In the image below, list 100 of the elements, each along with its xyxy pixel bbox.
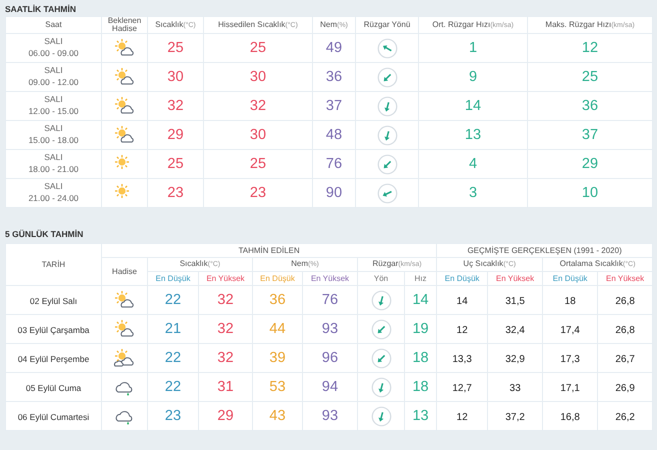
time-cell: SALI 12.00 - 15.00 [28,93,79,117]
feels-like-value: 25 [250,156,266,172]
max-temperature: 32 [217,321,234,337]
max-wind-speed: 29 [582,156,598,172]
temperature-value: 32 [167,98,184,114]
column-header: Beklenen Hadise [102,16,148,34]
min-humidity: 39 [269,350,286,366]
humidity-value: 49 [326,40,342,56]
column-header: En Düşük [148,272,198,286]
wind-speed: 18 [412,379,429,395]
average-wind-speed: 13 [464,127,482,143]
max-humidity: 96 [322,350,338,366]
humidity-value: 37 [326,98,342,114]
average-min-temperature: 17,1 [560,383,580,394]
humidity-value: 48 [326,127,342,143]
min-humidity: 43 [269,408,286,424]
record-max-temperature: 33 [510,383,521,394]
feels-like-value: 32 [250,98,266,114]
record-max-temperature: 37,2 [505,412,525,423]
date-cell: 03 Eylül Çarşamba [18,325,90,335]
wind-speed: 18 [412,350,429,366]
column-group-header: TAHMİN EDİLEN [102,244,437,258]
min-temperature: 23 [164,408,182,424]
column-group-header: GEÇMİŞTE GERÇEKLEŞEN (1991 - 2020) [436,244,653,258]
average-wind-speed: 4 [468,156,478,172]
feels-like-value: 23 [250,185,266,201]
average-max-temperature: 26,8 [615,325,635,336]
average-wind-speed: 9 [468,69,478,85]
average-min-temperature: 17,3 [560,354,580,365]
date-cell: 05 Eylül Cuma [26,383,82,393]
max-wind-speed: 37 [582,127,598,143]
column-header: En Yüksek [302,272,358,286]
section-title: SAATLİK TAHMİN [5,3,77,15]
humidity-value: 90 [326,185,342,201]
column-header: Saat [6,16,102,34]
column-header: TARİH [6,244,102,286]
average-max-temperature: 26,9 [615,383,635,394]
wind-speed: 13 [412,408,429,424]
temperature-value: 30 [167,69,184,85]
max-humidity: 94 [322,379,338,395]
record-min-temperature: 13,3 [452,354,472,365]
humidity-value: 36 [326,69,342,85]
time-cell: SALI 21.00 - 24.00 [28,180,79,204]
average-min-temperature: 18 [564,296,576,307]
max-temperature: 29 [217,408,234,424]
time-cell: SALI 15.00 - 18.00 [28,122,79,146]
max-temperature: 32 [217,350,234,366]
feels-like-value: 30 [250,69,266,85]
max-wind-speed: 36 [582,98,598,114]
average-max-temperature: 26,8 [615,296,635,307]
record-min-temperature: 12 [456,325,468,336]
min-humidity: 53 [269,379,286,395]
min-humidity: 44 [269,321,286,337]
max-humidity: 93 [322,408,338,424]
record-max-temperature: 32,4 [505,325,525,336]
column-header: En Yüksek [198,272,252,286]
max-humidity: 93 [322,321,338,337]
max-wind-speed: 12 [582,40,598,56]
record-max-temperature: 32,9 [505,354,525,365]
column-header: Yön [358,272,404,286]
max-wind-speed: 10 [582,185,598,201]
feels-like-value: 25 [250,40,266,56]
max-humidity: 76 [322,292,338,308]
column-header: En Yüksek [488,272,543,286]
max-temperature: 32 [217,292,234,308]
humidity-value: 76 [326,156,342,172]
section-title: 5 GÜNLÜK TAHMİN [5,228,84,240]
min-humidity: 36 [269,292,286,308]
max-wind-speed: 25 [582,69,598,85]
time-cell: SALI 09.00 - 12.00 [28,64,79,88]
average-wind-speed: 3 [468,185,478,201]
temperature-value: 25 [167,156,184,172]
column-header: Hadise [102,258,148,286]
min-temperature: 22 [164,379,182,395]
record-max-temperature: 31,5 [505,296,525,307]
time-cell: SALI 18.00 - 21.00 [28,151,79,175]
column-header: Hız [404,272,437,286]
min-temperature: 22 [164,350,182,366]
temperature-value: 29 [167,127,184,143]
date-cell: 02 Eylül Salı [30,296,78,306]
min-temperature: 22 [164,292,182,308]
average-max-temperature: 26,2 [615,412,635,423]
average-wind-speed: 14 [464,98,482,114]
column-header: Rüzgar Yönü [356,16,418,34]
date-cell: 04 Eylül Perşembe [18,354,90,364]
average-max-temperature: 26,7 [615,354,635,365]
column-header: En Yüksek [598,272,653,286]
feels-like-value: 30 [250,127,266,143]
temperature-value: 23 [167,185,184,201]
record-min-temperature: 14 [456,296,468,307]
date-cell: 06 Eylül Cumartesi [18,412,90,422]
column-header: En Düşük [436,272,488,286]
temperature-value: 25 [167,40,184,56]
record-min-temperature: 12,7 [452,383,472,394]
average-wind-speed: 1 [468,40,478,56]
max-temperature: 31 [217,379,234,395]
wind-speed: 19 [412,321,429,337]
record-min-temperature: 12 [456,412,468,423]
min-temperature: 21 [164,321,182,337]
column-header: En Düşük [542,272,598,286]
